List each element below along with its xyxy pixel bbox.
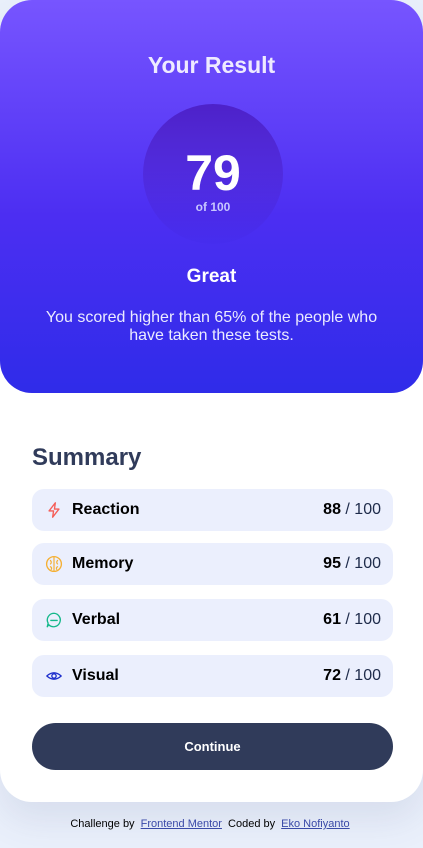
summary-item-label: Visual: [72, 667, 119, 684]
summary-item-score: 95 / 100: [323, 555, 381, 572]
result-panel: Your Result 79 of 100 Great You scored h…: [0, 0, 423, 393]
brain-icon: [45, 555, 63, 573]
summary-item-verbal: Verbal 61 / 100: [32, 599, 393, 641]
score-value: 79: [185, 145, 241, 201]
continue-button[interactable]: Continue: [32, 723, 393, 770]
attribution-footer: Challenge by Frontend Mentor Coded by Ek…: [0, 818, 423, 830]
challenge-text: Challenge by: [70, 818, 135, 830]
author-link[interactable]: Eko Nofiyanto: [281, 818, 349, 830]
score-total: of 100: [195, 200, 231, 214]
result-title: Your Result: [147, 52, 276, 78]
summary-item-score: 72 / 100: [323, 667, 381, 684]
frontend-mentor-link[interactable]: Frontend Mentor: [141, 818, 222, 830]
score-circle: 79 of 100: [143, 104, 283, 244]
coded-by-text: Coded by: [228, 818, 276, 830]
summary-item-score: 88 / 100: [323, 501, 381, 518]
chat-bubble-icon: [45, 611, 63, 629]
summary-item-label: Verbal: [72, 611, 121, 628]
summary-item-reaction: Reaction 88 / 100: [32, 489, 393, 531]
result-description: You scored higher than 65% of the people…: [45, 309, 378, 344]
eye-icon: [45, 667, 63, 685]
summary-item-label: Memory: [72, 555, 134, 572]
lightning-icon: [45, 501, 63, 519]
results-card: Your Result 79 of 100 Great You scored h…: [0, 0, 423, 802]
summary-item-score: 61 / 100: [323, 611, 381, 628]
summary-item-label: Reaction: [72, 501, 140, 518]
summary-item-visual: Visual 72 / 100: [32, 655, 393, 697]
rating-text: Great: [186, 266, 237, 287]
summary-item-memory: Memory 95 / 100: [32, 543, 393, 585]
summary-title: Summary: [32, 444, 142, 471]
